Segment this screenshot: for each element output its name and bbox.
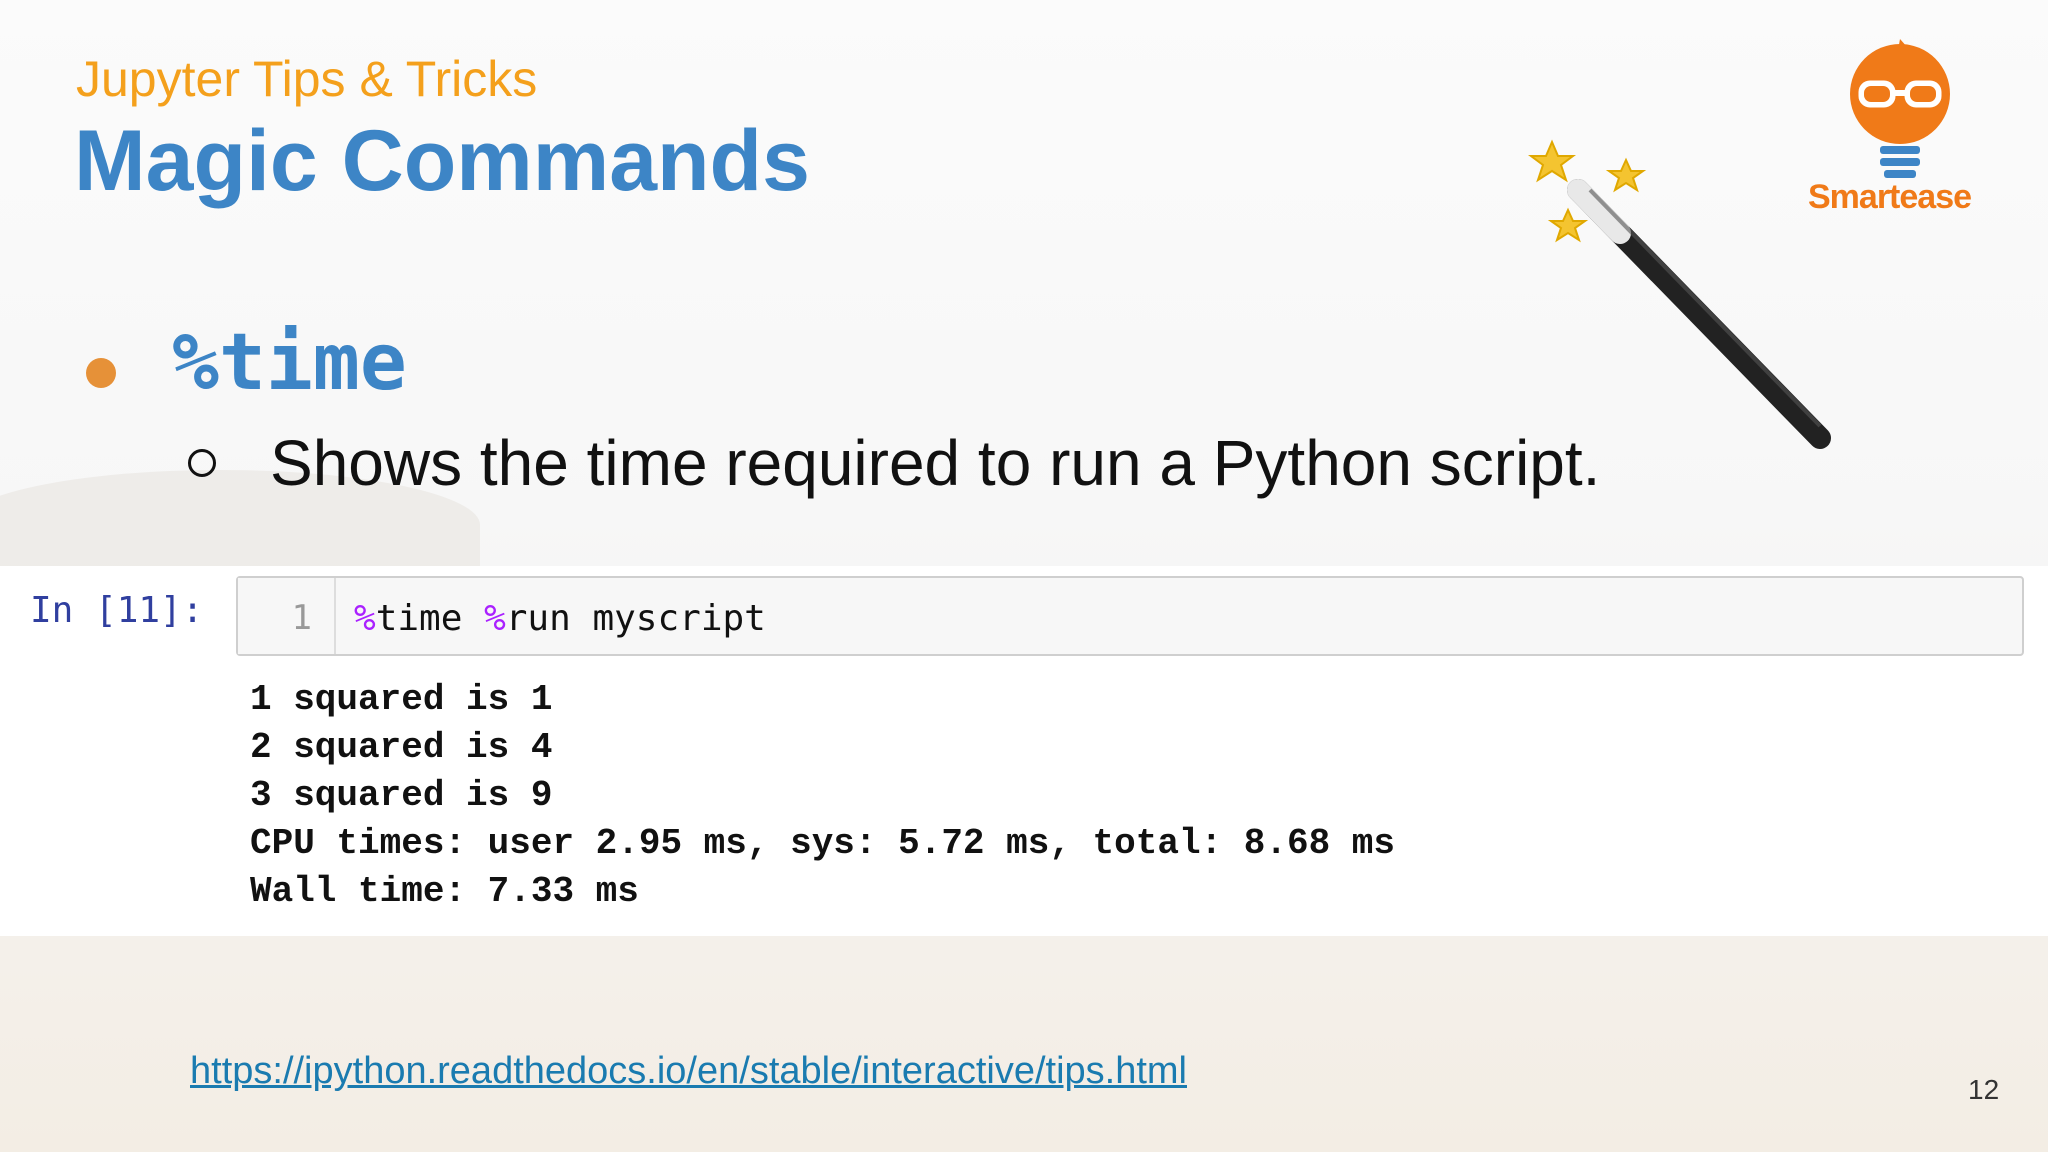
sub-bullet-text: Shows the time required to run a Python … [270,427,1601,499]
code-cell-input[interactable]: 1 %time %run myscript [236,576,2024,656]
magic-prefix: % [484,598,506,639]
output-line: 3 squared is 9 [250,775,553,816]
line-number: 1 [291,598,312,638]
slide-subtitle: Jupyter Tips & Tricks [76,51,538,107]
output-line: CPU times: user 2.95 ms, sys: 5.72 ms, t… [250,823,1395,864]
reference-link[interactable]: https://ipython.readthedocs.io/en/stable… [190,1050,1187,1093]
sub-bullet-marker [188,449,216,477]
page-number: 12 [1968,1074,2000,1105]
output-line: 1 squared is 1 [250,679,553,720]
magic-prefix: % [354,598,376,639]
slide: Jupyter Tips & Tricks Magic Commands %ti… [0,0,2048,1152]
logo-text: Smartease [1808,178,1972,216]
line-number-gutter: 1 [238,578,336,654]
cell-prompt: In [11]: [30,590,204,631]
output-line: Wall time: 7.33 ms [250,871,639,912]
magic-command-time: time [375,598,485,639]
code-line[interactable]: %time %run myscript [354,598,766,639]
bullet-heading: %time [172,318,407,408]
output-line: 2 squared is 4 [250,727,553,768]
cell-output: 1 squared is 1 2 squared is 4 3 squared is… [250,676,1395,916]
magic-command-run: run myscript [505,598,766,639]
slide-title: Magic Commands [74,113,810,209]
notebook-cell-area: In [11]: 1 %time %run myscript 1 squared… [0,566,2048,936]
bullet-marker [86,358,116,388]
